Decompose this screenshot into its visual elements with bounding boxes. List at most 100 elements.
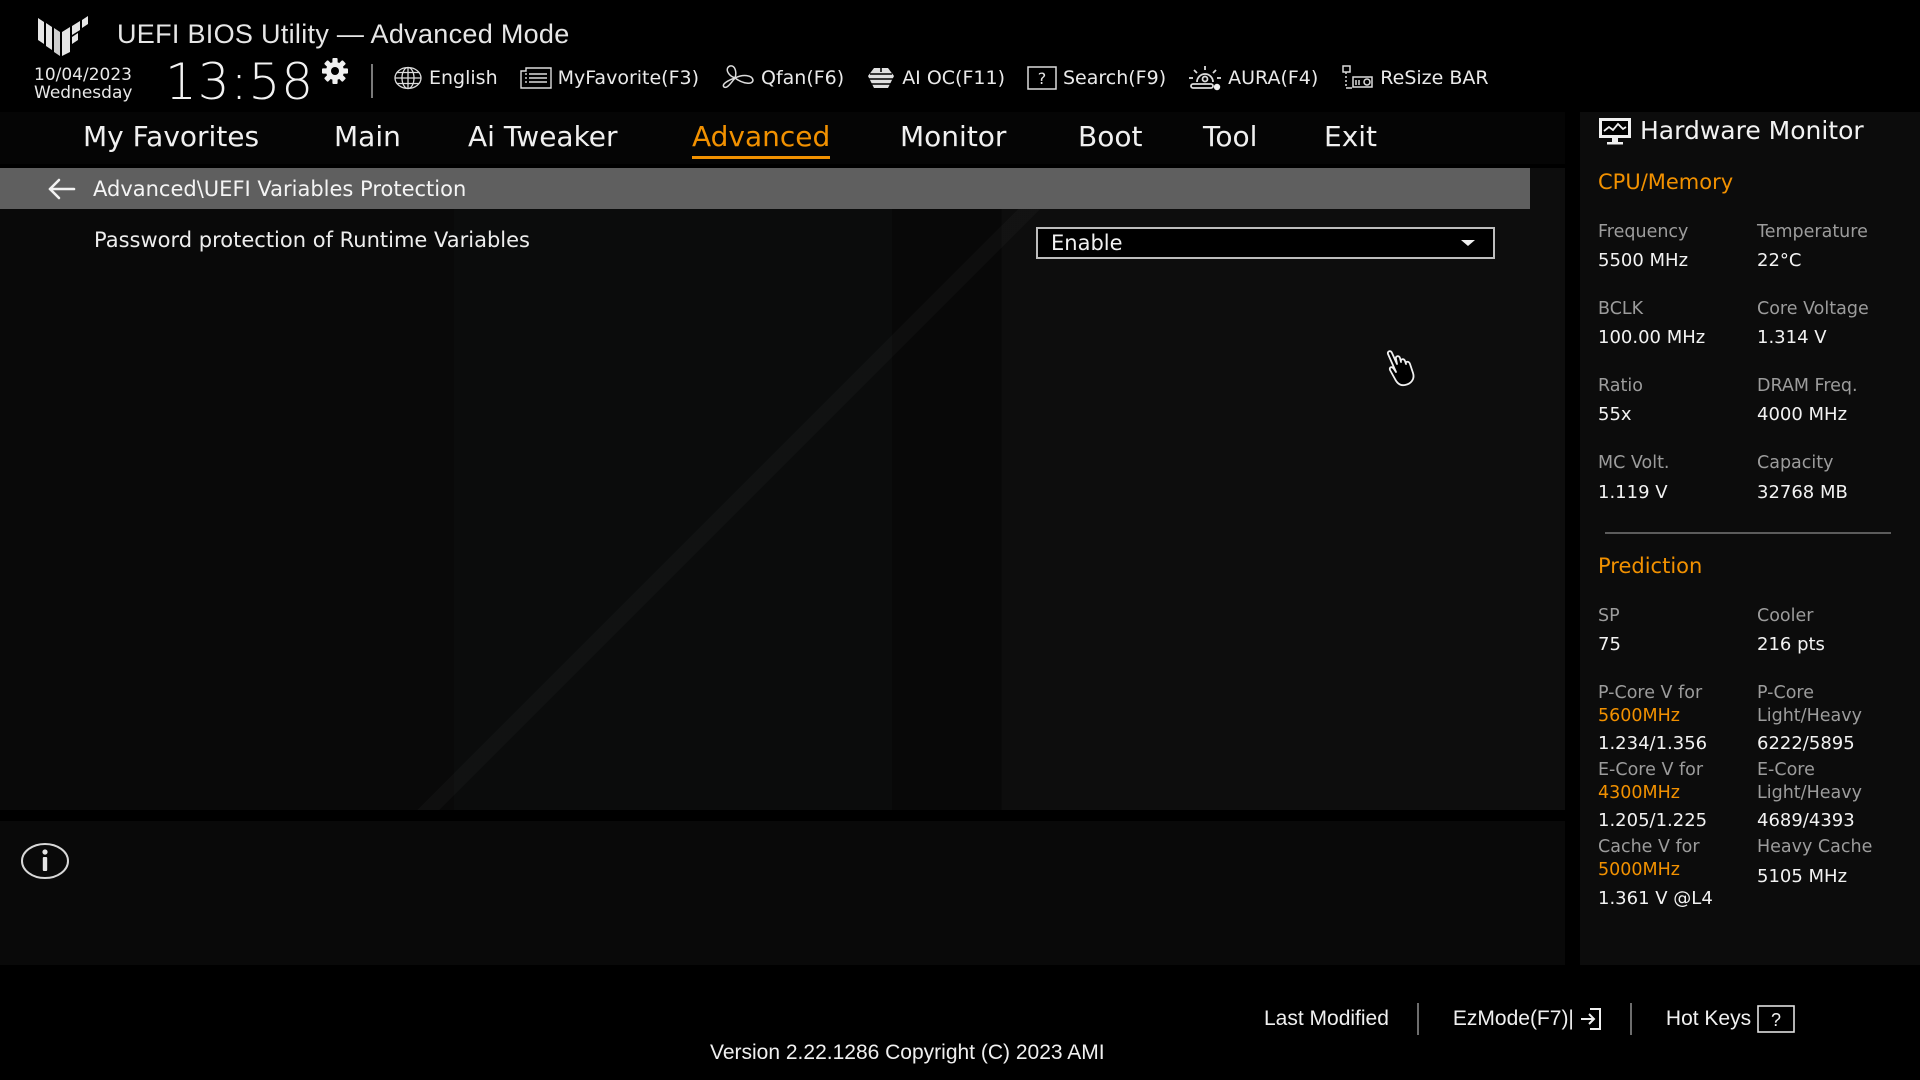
monitor-display-icon bbox=[1599, 117, 1631, 144]
aura-button[interactable]: AURA(F4) bbox=[1188, 65, 1318, 91]
ratio-label: Ratio bbox=[1598, 376, 1643, 396]
search-help-icon: ? bbox=[1027, 66, 1057, 90]
core-voltage-value: 1.314 V bbox=[1757, 327, 1827, 348]
fan-icon bbox=[722, 65, 754, 89]
tab-boot[interactable]: Boot bbox=[1078, 120, 1142, 153]
sp-value: 75 bbox=[1598, 634, 1621, 655]
footer-actions: Last Modified EzMode(F7)| Hot Keys ? bbox=[1264, 1002, 1795, 1036]
tuf-logo-icon bbox=[38, 16, 88, 56]
aura-light-icon bbox=[1189, 66, 1222, 91]
last-modified-label: Last Modified bbox=[1264, 1007, 1389, 1030]
aura-label: AURA(F4) bbox=[1228, 67, 1319, 89]
ecore-v-value: 1.205/1.225 bbox=[1598, 810, 1708, 831]
tab-exit[interactable]: Exit bbox=[1324, 120, 1377, 153]
tab-advanced[interactable]: Advanced bbox=[692, 120, 831, 159]
app-title: UEFI BIOS Utility — Advanced Mode bbox=[117, 19, 570, 49]
hardware-monitor-title: Hardware Monitor bbox=[1640, 116, 1864, 145]
frequency-value: 5500 MHz bbox=[1598, 250, 1689, 271]
last-modified-button[interactable]: Last Modified bbox=[1264, 1007, 1389, 1031]
breadcrumb-path: Advanced\UEFI Variables Protection bbox=[93, 176, 467, 201]
core-voltage-label: Core Voltage bbox=[1757, 299, 1869, 319]
favorite-list-icon bbox=[519, 67, 552, 89]
mc-volt-label: MC Volt. bbox=[1598, 453, 1670, 473]
prediction-section-title: Prediction bbox=[1598, 554, 1703, 578]
weekday-text: Wednesday bbox=[34, 83, 133, 103]
breadcrumb-bar: Advanced\UEFI Variables Protection bbox=[0, 168, 1530, 209]
cooler-value: 216 pts bbox=[1757, 634, 1825, 655]
cpu-memory-section-title: CPU/Memory bbox=[1598, 170, 1734, 194]
ratio-value: 55x bbox=[1598, 404, 1632, 425]
frequency-label: Frequency bbox=[1598, 222, 1689, 242]
pcore-v-label: P-Core V for bbox=[1598, 683, 1703, 703]
help-question-icon: ? bbox=[1757, 1005, 1795, 1033]
version-copyright: Version 2.22.1286 Copyright (C) 2023 AMI bbox=[710, 1041, 1105, 1064]
pcore-light-heavy-value: 6222/5895 bbox=[1757, 733, 1855, 754]
resize-bar-icon bbox=[1342, 65, 1374, 89]
cache-v-frequency: 5000MHz bbox=[1598, 860, 1680, 880]
search-label: Search(F9) bbox=[1062, 67, 1167, 89]
header-divider bbox=[371, 64, 373, 98]
setting-label: Password protection of Runtime Variables bbox=[94, 228, 530, 252]
qfan-label: Qfan(F6) bbox=[761, 67, 845, 89]
footer-divider bbox=[1629, 1003, 1632, 1035]
exit-to-ezmode-icon bbox=[1580, 1008, 1601, 1030]
ai-oc-button[interactable]: AI OC(F11) bbox=[866, 66, 1005, 90]
temperature-value: 22°C bbox=[1757, 250, 1802, 271]
tab-my-favorites[interactable]: My Favorites bbox=[83, 120, 259, 153]
dram-freq-value: 4000 MHz bbox=[1757, 404, 1848, 425]
globe-icon bbox=[394, 66, 422, 90]
ecore-light-heavy-value: 4689/4393 bbox=[1757, 810, 1855, 831]
dram-freq-label: DRAM Freq. bbox=[1757, 376, 1858, 396]
hardware-monitor-header: Hardware Monitor bbox=[1598, 116, 1864, 145]
gear-icon[interactable] bbox=[317, 58, 353, 88]
tab-tool[interactable]: Tool bbox=[1203, 120, 1257, 153]
info-separator bbox=[0, 810, 1565, 821]
toolbar: English MyFavorite(F3) Qfan(F6) AI OC(F1… bbox=[393, 62, 1489, 94]
qfan-button[interactable]: Qfan(F6) bbox=[721, 65, 844, 91]
hot-keys-label: Hot Keys bbox=[1665, 1007, 1752, 1030]
info-icon[interactable] bbox=[20, 842, 70, 880]
help-info-panel bbox=[0, 821, 1565, 965]
hot-keys-button[interactable]: Hot Keys ? bbox=[1666, 1005, 1795, 1033]
capacity-label: Capacity bbox=[1757, 453, 1834, 473]
language-button[interactable]: English bbox=[393, 66, 498, 90]
pcore-light-heavy-label-2: Light/Heavy bbox=[1757, 706, 1862, 726]
ezmode-button[interactable]: EzMode(F7)| bbox=[1453, 1007, 1602, 1031]
ecore-light-heavy-label-2: Light/Heavy bbox=[1757, 783, 1862, 803]
settings-panel bbox=[0, 168, 1565, 810]
capacity-value: 32768 MB bbox=[1757, 482, 1848, 503]
resize-bar-button[interactable]: ReSize BAR bbox=[1340, 64, 1489, 92]
pcore-light-heavy-label-1: P-Core bbox=[1757, 683, 1814, 703]
myfavorite-button[interactable]: MyFavorite(F3) bbox=[519, 67, 700, 89]
mc-volt-value: 1.119 V bbox=[1598, 482, 1668, 503]
footer-divider bbox=[1416, 1003, 1419, 1035]
bclk-value: 100.00 MHz bbox=[1598, 327, 1706, 348]
tab-monitor[interactable]: Monitor bbox=[900, 120, 1006, 153]
ai-oc-icon bbox=[868, 68, 895, 88]
back-arrow-icon[interactable] bbox=[47, 178, 77, 200]
tab-ai-tweaker[interactable]: Ai Tweaker bbox=[468, 120, 618, 153]
setting-row-password-protection[interactable]: Password protection of Runtime Variables… bbox=[0, 222, 1530, 264]
myfavorite-label: MyFavorite(F3) bbox=[557, 67, 700, 89]
pcore-v-value: 1.234/1.356 bbox=[1598, 733, 1708, 754]
main-menu-tabs: My Favorites Main Ai Tweaker Advanced Mo… bbox=[0, 112, 1565, 164]
password-protection-dropdown[interactable]: Enable bbox=[1036, 227, 1495, 259]
cache-v-label: Cache V for bbox=[1598, 837, 1700, 857]
svg-text:?: ? bbox=[1038, 69, 1047, 88]
sp-label: SP bbox=[1598, 606, 1620, 626]
tab-main[interactable]: Main bbox=[334, 120, 401, 153]
search-button[interactable]: ? Search(F9) bbox=[1027, 66, 1166, 90]
bclk-label: BCLK bbox=[1598, 299, 1644, 319]
clock-time: 13:58 bbox=[165, 53, 315, 111]
chevron-down-icon bbox=[1461, 240, 1475, 246]
svg-text:?: ? bbox=[1771, 1010, 1781, 1030]
hand-pointer-cursor-icon bbox=[1386, 350, 1415, 387]
ecore-v-frequency: 4300MHz bbox=[1598, 783, 1680, 803]
language-label: English bbox=[429, 67, 498, 89]
heavy-cache-value: 5105 MHz bbox=[1757, 866, 1848, 887]
date-display: 10/04/2023 Wednesday bbox=[34, 66, 132, 102]
hardware-monitor-divider bbox=[1605, 532, 1891, 534]
ecore-v-label: E-Core V for bbox=[1598, 760, 1704, 780]
cooler-label: Cooler bbox=[1757, 606, 1814, 626]
dropdown-value: Enable bbox=[1051, 231, 1123, 255]
